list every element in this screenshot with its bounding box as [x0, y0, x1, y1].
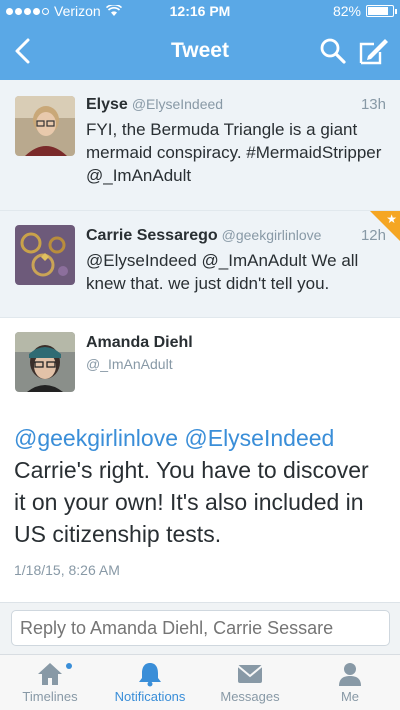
compose-icon[interactable] — [358, 36, 390, 66]
status-bar: Verizon 12:16 PM 82% — [0, 0, 400, 22]
battery-percent: 82% — [332, 3, 361, 19]
main-tweet: Amanda Diehl @_ImAnAdult @geekgirlinlove… — [0, 318, 400, 608]
tab-label: Timelines — [22, 689, 78, 704]
tweet-text: Carrie's right. You have to discover it … — [14, 457, 369, 547]
tweet-author-handle[interactable]: @ElyseIndeed — [132, 96, 223, 112]
tweet-mentions[interactable]: @geekgirlinlove @ElyseIndeed — [14, 425, 334, 451]
battery-icon — [366, 5, 397, 17]
tweet-header: Elyse @ElyseIndeed 13h — [86, 96, 386, 114]
avatar[interactable] — [15, 332, 75, 392]
tweet-author-handle[interactable]: @geekgirlinlove — [222, 227, 322, 243]
tweet-text: @ElyseIndeed @_ImAnAdult We all knew tha… — [86, 251, 359, 293]
tab-label: Messages — [220, 689, 280, 704]
tweet-author-name[interactable]: Elyse — [86, 96, 128, 113]
tweet-timestamp: 1/18/15, 8:26 AM — [14, 562, 120, 578]
tweet-item[interactable]: Elyse @ElyseIndeed 13h FYI, the Bermuda T… — [0, 80, 400, 211]
tweet-author-handle[interactable]: @_ImAnAdult — [86, 356, 173, 372]
tweet-text: FYI, the Bermuda Triangle is a giant mer… — [86, 120, 382, 185]
new-content-dot — [66, 663, 72, 669]
person-icon — [339, 663, 361, 686]
nav-bar: Tweet — [0, 22, 400, 80]
tab-label: Me — [340, 689, 360, 704]
avatar[interactable] — [15, 225, 75, 285]
tab-timelines[interactable]: Timelines — [0, 655, 100, 710]
tweet-header: Carrie Sessarego @geekgirlinlove 12h — [86, 227, 386, 245]
tab-messages[interactable]: Messages — [200, 655, 300, 710]
header-bar: Verizon 12:16 PM 82% Tweet — [0, 0, 400, 80]
tweet-author-name[interactable]: Carrie Sessarego — [86, 227, 218, 244]
tweet-age: 13h — [360, 96, 386, 113]
tab-label: Notifications — [114, 689, 186, 704]
tab-bar: Timelines Notifications Messages Me — [0, 654, 400, 710]
tweet-item[interactable]: ★ Carrie Sessarego @geekgirlinlove 12h @E… — [0, 211, 400, 318]
tab-me[interactable]: Me — [300, 655, 400, 710]
bell-icon — [139, 663, 161, 687]
reply-bar — [0, 602, 400, 654]
reply-input[interactable] — [11, 610, 390, 646]
battery-info: 82% — [332, 3, 397, 19]
tweet-author-name[interactable]: Amanda Diehl — [86, 334, 193, 352]
tweet-body: @geekgirlinlove @ElyseIndeed Carrie's ri… — [14, 422, 384, 550]
envelope-icon — [237, 665, 263, 683]
search-icon[interactable] — [318, 36, 348, 66]
home-icon — [38, 663, 62, 685]
tweet-age: 12h — [360, 227, 386, 244]
avatar[interactable] — [15, 96, 75, 156]
tab-notifications[interactable]: Notifications — [100, 655, 200, 710]
